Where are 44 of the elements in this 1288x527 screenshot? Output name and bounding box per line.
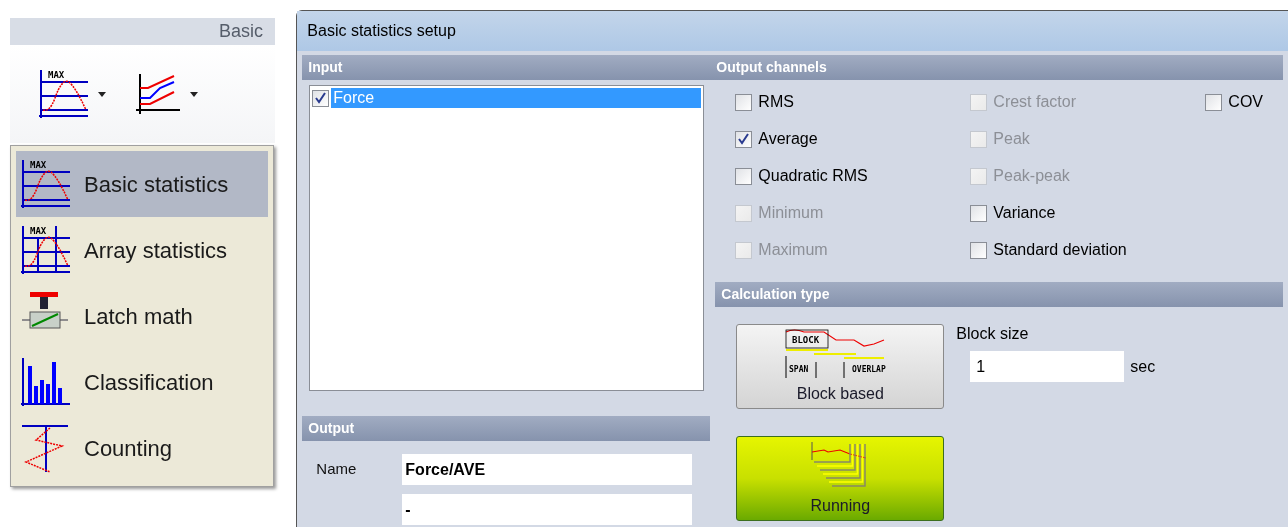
checkmark-icon (738, 133, 750, 145)
checkbox[interactable] (1205, 93, 1223, 111)
section-header: Output channels (710, 55, 1283, 80)
menu-item[interactable]: Counting (16, 415, 268, 481)
menu-item[interactable]: MAX Basic statistics (16, 151, 268, 217)
block-size-field[interactable]: 1 (970, 351, 1125, 382)
caret-icon (98, 91, 106, 97)
calculation-type-button[interactable]: Running (736, 436, 945, 521)
checkbox-label: Minimum (758, 203, 824, 223)
checkbox-label: Peak (993, 129, 1030, 149)
calculation-type-button[interactable]: BLOCK SPAN OVERLAP Block based (736, 324, 945, 409)
section-header: Input (302, 55, 711, 80)
window-title: Basic statistics setup (307, 21, 456, 41)
checkbox-label: Average (758, 129, 818, 149)
checkbox-label: Standard deviation (993, 240, 1127, 260)
name-field[interactable]: Force/AVE (402, 454, 693, 485)
checkbox[interactable] (312, 89, 330, 107)
text-field[interactable]: - (402, 494, 693, 525)
caret-icon (190, 91, 198, 97)
menu-item[interactable]: Classification (16, 349, 268, 415)
section-header: Output (302, 416, 711, 441)
checkmark-icon (315, 92, 327, 104)
checkbox-label: COV (1228, 92, 1263, 112)
checkbox-label: Quadratic RMS (758, 166, 868, 186)
checkbox-label: Variance (993, 203, 1056, 223)
checkbox-label: RMS (758, 92, 794, 112)
line-chart-icon (134, 72, 182, 116)
checkbox-label: Crest factor (993, 92, 1076, 112)
checkbox-label: Maximum (758, 240, 828, 260)
block-size-label: Block size (956, 324, 1030, 344)
checkbox[interactable] (970, 241, 988, 259)
ribbon-group-title: Basic (219, 20, 263, 43)
section-header: Calculation type (715, 282, 1283, 307)
checkbox[interactable] (735, 167, 753, 185)
menu-item[interactable]: Latch math (16, 283, 268, 349)
checkbox[interactable] (970, 204, 988, 222)
bar-chart-icon (20, 356, 72, 408)
ribbon-dropdown-button[interactable]: MAX (34, 64, 110, 124)
checkbox[interactable] (735, 130, 753, 148)
name-label: Name (316, 459, 358, 480)
unit-label: sec (1130, 356, 1156, 377)
checkbox-label: Peak-peak (993, 166, 1070, 186)
checkbox[interactable] (735, 93, 753, 111)
menu-item[interactable]: MAX Array statistics (16, 217, 268, 283)
